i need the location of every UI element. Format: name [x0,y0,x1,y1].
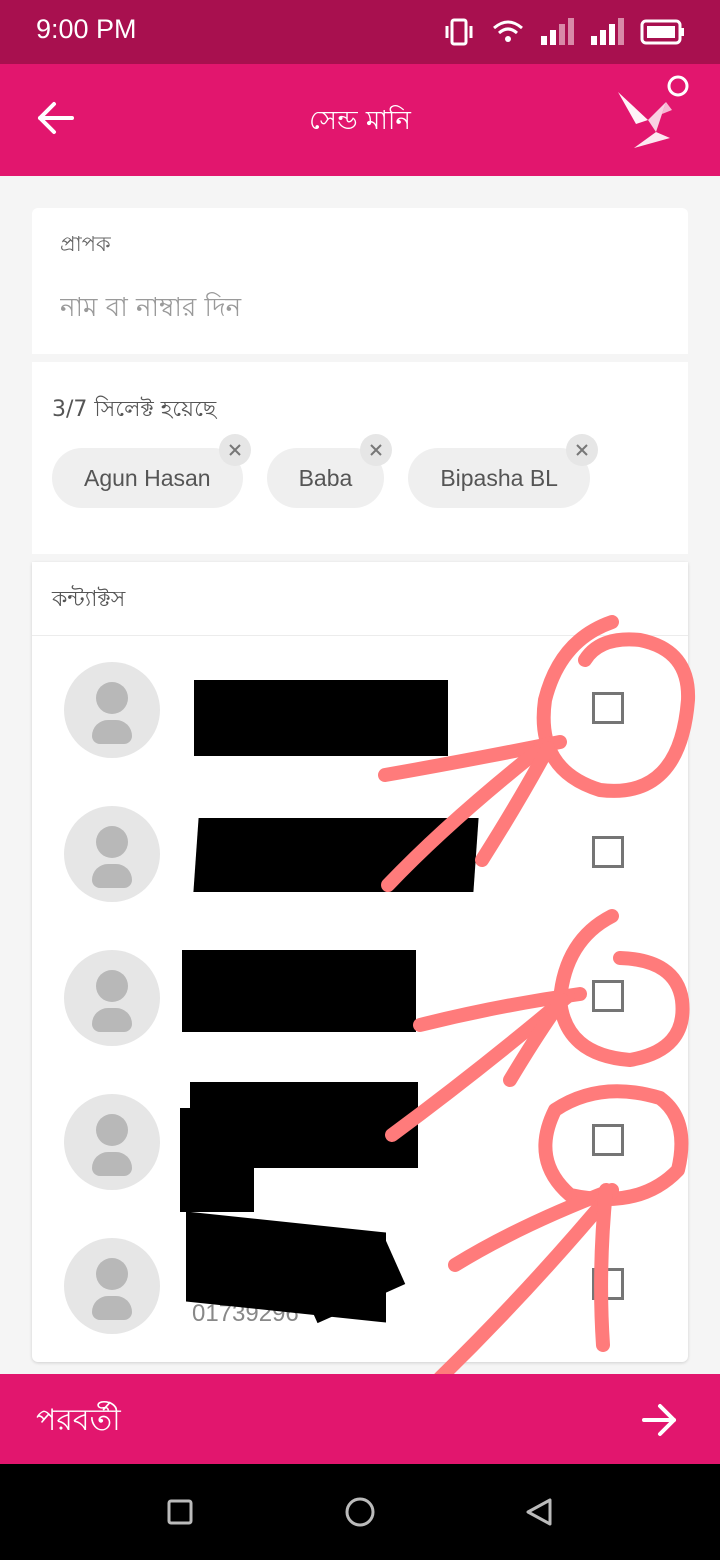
battery-icon [640,19,684,45]
status-bar: 9:00 PM [0,0,720,64]
chip-agun-hasan: Agun Hasan [52,434,251,508]
contacts-header: কন্ট্যাক্টস [32,562,688,636]
contact-checkbox[interactable] [592,1124,624,1156]
contact-row[interactable] [32,924,688,1068]
contacts-card: কন্ট্যাক্টস 01739296 [32,562,688,1362]
contact-row[interactable] [32,636,688,780]
page-title: সেন্ড মানি [309,106,411,136]
bkash-bird-logo-icon [618,75,689,148]
chip-remove-icon[interactable] [218,434,251,466]
redacted-contact-info [182,950,416,1032]
status-time: 9:00 PM [36,14,137,44]
chip-label: Agun Hasan [84,464,211,491]
recipient-card: প্রাপক [32,208,688,354]
signal-icon-2 [591,18,624,45]
signal-icon-1 [541,18,574,45]
selected-chips: Agun Hasan Baba Bipasha BL [52,434,598,508]
app-bar: সেন্ড মানি [0,64,720,176]
next-button[interactable]: পরবর্তী [0,1374,720,1464]
contacts-label: কন্ট্যাক্টস [52,587,126,612]
back-triangle-icon[interactable] [518,1490,562,1534]
chip-remove-icon[interactable] [360,434,393,466]
next-label: পরবর্তী [36,1403,121,1438]
chip-remove-icon[interactable] [565,434,598,466]
system-nav-bar [0,1464,720,1560]
selected-contacts-card: 3/7 সিলেক্ট হয়েছে Agun Hasan Baba Bipas… [32,362,688,554]
recipient-input[interactable] [60,286,660,330]
contact-checkbox[interactable] [592,980,624,1012]
avatar [64,950,160,1046]
contact-row[interactable] [32,780,688,924]
avatar [64,806,160,902]
chip-baba: Baba [266,434,393,508]
home-circle-icon[interactable] [338,1490,382,1534]
contact-row[interactable] [32,1068,688,1212]
status-icons [442,16,686,48]
contact-checkbox[interactable] [592,692,624,724]
chip-label: Baba [298,464,353,491]
vibrate-icon [445,18,473,46]
avatar [64,1094,160,1190]
selected-count-label: 3/7 সিলেক্ট হয়েছে [52,397,217,422]
redacted-contact-info [180,1108,254,1212]
chip-bipasha-bl: Bipasha BL [408,434,598,508]
forward-arrow-icon [642,1404,676,1436]
redacted-contact-info [194,680,448,756]
chip-label: Bipasha BL [440,464,558,491]
redacted-contact-info [193,818,479,892]
avatar [64,1238,160,1334]
recipient-label: প্রাপক [60,232,111,256]
wifi-icon [493,20,523,42]
contact-checkbox[interactable] [592,836,624,868]
recents-square-icon[interactable] [158,1490,202,1534]
contact-row[interactable]: 01739296 [32,1211,688,1356]
contact-checkbox[interactable] [592,1268,624,1300]
avatar [64,662,160,758]
